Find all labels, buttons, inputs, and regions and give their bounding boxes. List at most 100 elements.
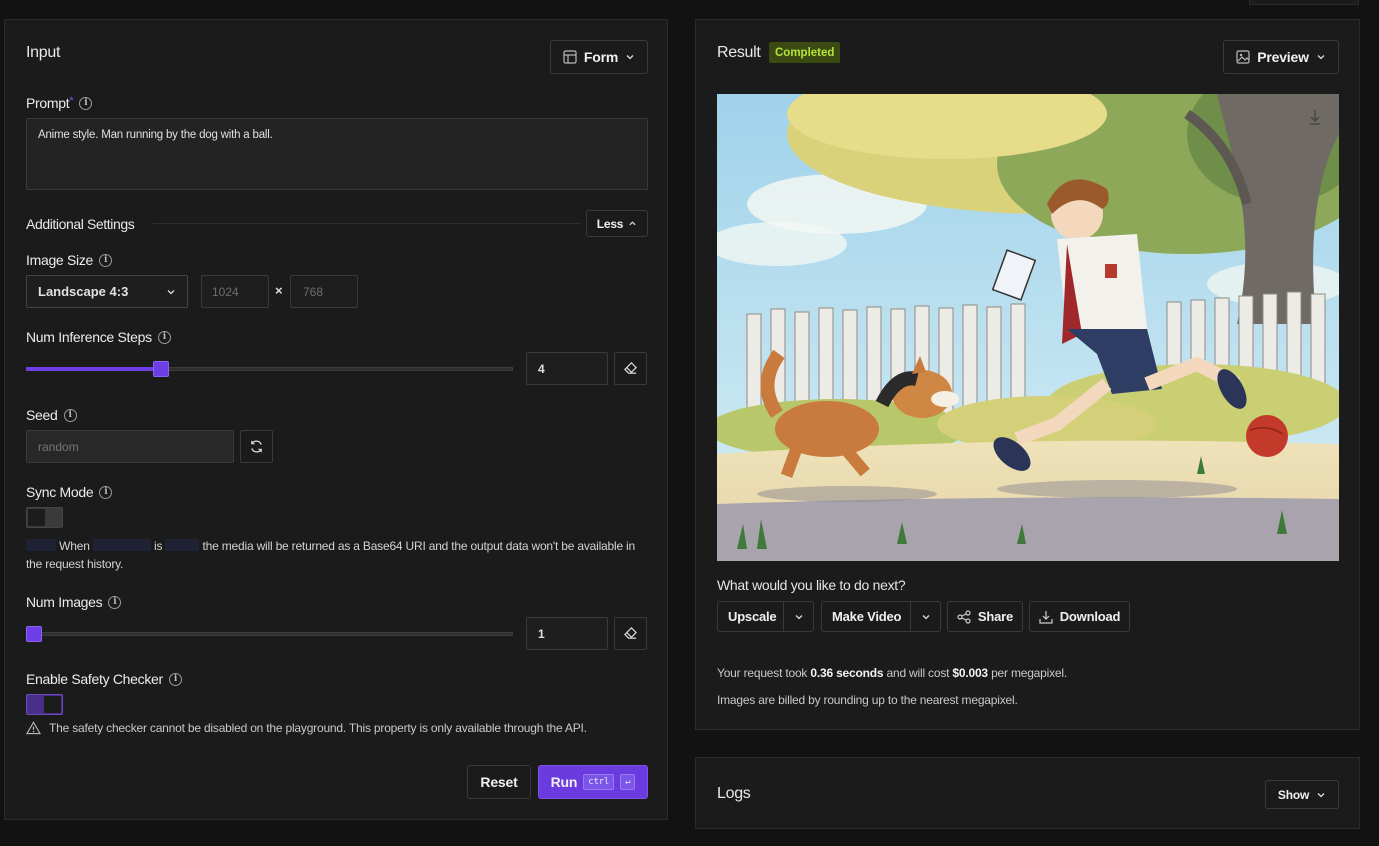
- logs-panel: Logs Show: [695, 757, 1360, 829]
- randomize-seed-button[interactable]: [240, 430, 273, 463]
- took-prefix: Your request took: [717, 666, 808, 680]
- chevron-down-icon: [1317, 55, 1325, 60]
- request-cost-text: Your request took 0.36 seconds and will …: [717, 666, 1067, 680]
- share-button-label: Share: [977, 609, 1014, 624]
- safety-checker-toggle[interactable]: [26, 694, 63, 715]
- sync-mode-toggle[interactable]: [26, 507, 63, 528]
- logs-show-label: Show: [1277, 787, 1310, 802]
- image-size-label: Image Size i: [26, 252, 113, 268]
- chevron-down-icon: [795, 614, 802, 619]
- num-images-input[interactable]: 1: [526, 617, 608, 650]
- form-mode-button[interactable]: Form: [550, 40, 648, 74]
- chevron-down-icon: [922, 614, 929, 619]
- height-input[interactable]: 768: [290, 275, 358, 308]
- chevron-down-icon: [626, 55, 634, 60]
- inference-steps-slider-fill: [26, 367, 162, 371]
- form-mode-label: Form: [583, 49, 619, 65]
- result-panel: Result Completed Preview What would you …: [695, 19, 1360, 730]
- num-images-slider-track[interactable]: [26, 632, 513, 636]
- info-icon[interactable]: i: [63, 408, 77, 422]
- size-separator: ×: [275, 283, 283, 298]
- upscale-dropdown-button[interactable]: [784, 602, 813, 631]
- inference-steps-slider-thumb[interactable]: [153, 361, 170, 377]
- ctrl-key-hint: ctrl: [583, 774, 615, 790]
- num-images-slider-thumb[interactable]: [26, 626, 42, 642]
- info-icon[interactable]: i: [168, 672, 182, 686]
- code-snippet: [165, 539, 200, 551]
- download-button[interactable]: Download: [1029, 601, 1130, 632]
- clear-num-images-button[interactable]: [614, 617, 647, 650]
- info-icon[interactable]: i: [157, 330, 171, 344]
- sync-desc-part1: When: [59, 539, 90, 553]
- upscale-button-label: Upscale: [728, 609, 777, 624]
- next-step-prompt: What would you like to do next?: [717, 577, 906, 593]
- enter-key-hint: ↵: [620, 774, 636, 790]
- toggle-knob: [28, 509, 45, 526]
- inference-steps-input[interactable]: 4: [526, 352, 608, 385]
- width-placeholder: 1024: [212, 284, 239, 299]
- code-snippet: [26, 539, 56, 551]
- additional-settings-label: Additional Settings: [26, 216, 135, 232]
- eraser-icon: [624, 627, 637, 639]
- make-video-button-label: Make Video: [832, 609, 902, 624]
- preview-button[interactable]: Preview: [1223, 40, 1339, 74]
- info-icon[interactable]: i: [99, 485, 113, 499]
- info-icon[interactable]: i: [108, 595, 122, 609]
- logs-panel-title: Logs: [717, 785, 751, 802]
- generated-image[interactable]: [717, 94, 1339, 561]
- duration-value: 0.36 seconds: [810, 666, 884, 680]
- sync-desc-part2: is: [153, 539, 163, 553]
- safety-warning-text: The safety checker cannot be disabled on…: [49, 721, 587, 735]
- run-button[interactable]: Run ctrl ↵: [538, 765, 648, 799]
- inference-steps-value: 4: [538, 361, 545, 376]
- sync-mode-label: Sync Mode i: [26, 484, 113, 500]
- seed-placeholder: random: [38, 439, 79, 454]
- preview-button-label: Preview: [1257, 49, 1309, 65]
- toggle-knob: [44, 696, 61, 713]
- refresh-icon: [251, 440, 262, 453]
- code-snippet: [92, 539, 151, 551]
- seed-input[interactable]: random: [26, 430, 234, 463]
- num-images-value: 1: [538, 626, 545, 641]
- form-icon: [563, 50, 577, 64]
- download-button-label: Download: [1059, 609, 1121, 624]
- cost-value: $0.003: [952, 666, 988, 680]
- chevron-down-icon: [167, 289, 175, 294]
- input-panel-title: Input: [26, 44, 61, 61]
- cost-suffix: per megapixel.: [991, 666, 1067, 680]
- prompt-label-text: Prompt: [26, 95, 70, 111]
- image-size-label-text: Image Size: [26, 252, 94, 268]
- inference-steps-label: Num Inference Steps i: [26, 329, 171, 345]
- seed-label-text: Seed: [26, 407, 58, 423]
- image-size-selected: Landscape 4:3: [38, 284, 129, 299]
- safety-checker-label: Enable Safety Checker i: [26, 671, 182, 687]
- image-size-select[interactable]: Landscape 4:3: [26, 275, 188, 308]
- result-panel-title: Result: [717, 44, 761, 61]
- less-button[interactable]: Less: [586, 210, 648, 237]
- eraser-icon: [624, 362, 637, 374]
- less-button-label: Less: [596, 216, 624, 231]
- height-placeholder: 768: [303, 284, 324, 299]
- width-input[interactable]: 1024: [201, 275, 269, 308]
- required-mark: *: [69, 95, 74, 107]
- logs-show-button[interactable]: Show: [1265, 780, 1339, 809]
- reset-button[interactable]: Reset: [467, 765, 531, 799]
- download-icon: [1039, 610, 1053, 624]
- image-icon: [1236, 50, 1250, 64]
- safety-warning: The safety checker cannot be disabled on…: [26, 721, 587, 735]
- divider: [153, 223, 581, 224]
- prompt-label: Prompt* i: [26, 95, 93, 111]
- seed-label: Seed i: [26, 407, 77, 423]
- info-icon[interactable]: i: [79, 96, 93, 110]
- prompt-text: Anime style. Man running by the dog with…: [38, 129, 273, 141]
- warning-icon: [26, 721, 41, 735]
- clear-inference-steps-button[interactable]: [614, 352, 647, 385]
- info-icon[interactable]: i: [99, 253, 113, 267]
- share-button[interactable]: Share: [947, 601, 1023, 632]
- inference-steps-label-text: Num Inference Steps: [26, 329, 152, 345]
- share-icon: [957, 609, 971, 624]
- sync-mode-description: When is the media will be returned as a …: [26, 537, 648, 573]
- make-video-dropdown-button[interactable]: [911, 602, 940, 631]
- prompt-textarea[interactable]: Anime style. Man running by the dog with…: [26, 118, 648, 190]
- reset-button-label: Reset: [480, 774, 518, 790]
